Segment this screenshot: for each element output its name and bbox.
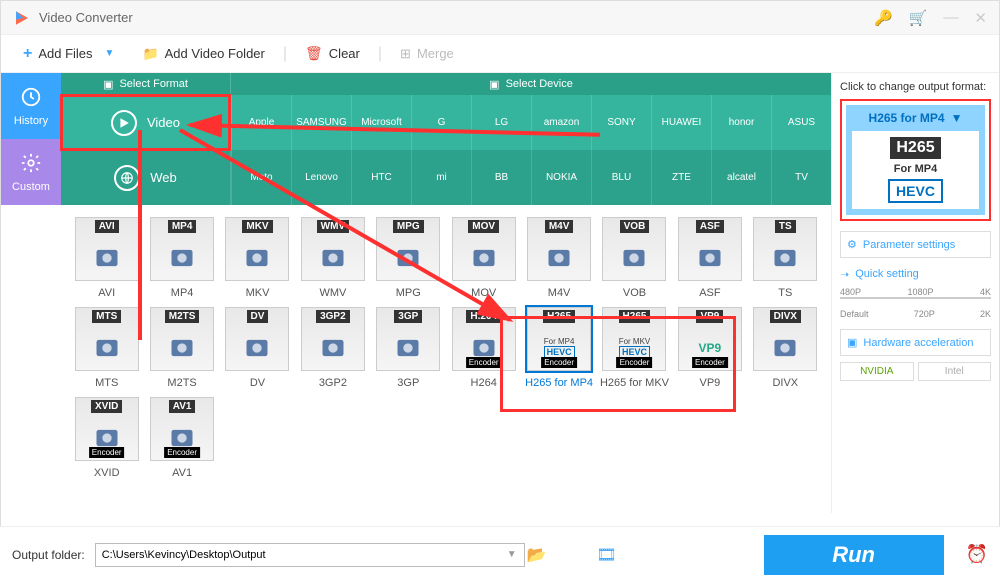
right-panel: Click to change output format: H265 for …	[831, 73, 999, 513]
titlebar: Video Converter 🔑 🛒 — ✕	[1, 1, 999, 35]
format-mts[interactable]: MTSMTS	[71, 307, 142, 389]
merge-button[interactable]: ⊞Merge	[390, 42, 464, 66]
format-h265-for-mkv[interactable]: H265For MKVHEVCEncoderH265 for MKV	[599, 307, 670, 389]
parameter-settings-button[interactable]: ⚙Parameter settings	[840, 231, 991, 258]
format-3gp2[interactable]: 3GP23GP2	[297, 307, 368, 389]
category-web[interactable]: Web	[61, 150, 231, 205]
output-format-label: Click to change output format:	[840, 81, 991, 93]
open-folder-icon[interactable]: 📂	[527, 545, 547, 565]
format-vp9[interactable]: VP9VP9EncoderVP9	[674, 307, 745, 389]
brand-htc[interactable]: HTC	[351, 150, 411, 205]
format-mp4[interactable]: MP4MP4	[146, 217, 217, 299]
format-m2ts[interactable]: M2TSM2TS	[146, 307, 217, 389]
format-wmv[interactable]: WMVWMV	[297, 217, 368, 299]
key-icon[interactable]: 🔑	[874, 9, 893, 27]
add-folder-button[interactable]: 📁Add Video Folder	[132, 42, 274, 66]
output-folder-input[interactable]	[95, 543, 525, 567]
caret-icon[interactable]: ▼	[105, 48, 115, 59]
brand-mi[interactable]: mi	[411, 150, 471, 205]
brand-lg[interactable]: LG	[471, 95, 531, 150]
brand-alcatel[interactable]: alcatel	[711, 150, 771, 205]
quick-setting-label: Quick setting	[855, 268, 919, 281]
brand-nokia[interactable]: NOKIA	[531, 150, 591, 205]
trash-icon: 🗑	[305, 45, 323, 62]
format-header-icon: ▣	[103, 78, 113, 91]
category-video[interactable]: Video	[61, 95, 231, 150]
bolt-icon: ➝	[840, 268, 849, 281]
format-h265-for-mp4[interactable]: H265For MP4HEVCEncoderH265 for MP4	[523, 307, 594, 389]
sliders-icon: ⚙	[847, 238, 857, 251]
format-ts[interactable]: TSTS	[750, 217, 821, 299]
brand-moto[interactable]: Moto	[231, 150, 291, 205]
output-folder-label: Output folder:	[12, 548, 85, 562]
caret-icon: ▼	[951, 111, 963, 125]
add-files-button[interactable]: +Add Files▼	[13, 41, 124, 67]
brand-huawei[interactable]: HUAWEI	[651, 95, 711, 150]
merge-icon: ⊞	[400, 46, 411, 62]
toolbar: +Add Files▼ 📁Add Video Folder | 🗑Clear |…	[1, 35, 999, 73]
format-3gp[interactable]: 3GP3GP	[373, 307, 444, 389]
format-vob[interactable]: VOBVOB	[599, 217, 670, 299]
format-av1[interactable]: AV1EncoderAV1	[146, 397, 217, 479]
brand-zte[interactable]: ZTE	[651, 150, 711, 205]
brand-asus[interactable]: ASUS	[771, 95, 831, 150]
globe-icon	[114, 165, 140, 191]
plus-icon: +	[23, 45, 32, 63]
bottom-bar: Output folder: ▼ 📂 🎞 Run ⏰	[0, 526, 1000, 582]
film-icon[interactable]: 🎞	[597, 545, 617, 565]
format-asf[interactable]: ASFASF	[674, 217, 745, 299]
brand-amazon[interactable]: amazon	[531, 95, 591, 150]
folder-icon: 📁	[142, 46, 158, 62]
brand-g[interactable]: G	[411, 95, 471, 150]
brand-tv[interactable]: TV	[771, 150, 831, 205]
format-avi[interactable]: AVIAVI	[71, 217, 142, 299]
close-icon[interactable]: ✕	[974, 9, 987, 27]
alarm-icon[interactable]: ⏰	[966, 544, 988, 565]
brand-honor[interactable]: honor	[711, 95, 771, 150]
brand-blu[interactable]: BLU	[591, 150, 651, 205]
clear-button[interactable]: 🗑Clear	[295, 41, 370, 66]
format-mov[interactable]: MOVMOV	[448, 217, 519, 299]
output-preview[interactable]: H265 for MP4▼ H265 For MP4 HEVC	[840, 99, 991, 221]
format-mpg[interactable]: MPGMPG	[373, 217, 444, 299]
brand-apple[interactable]: Apple	[231, 95, 291, 150]
format-h264[interactable]: H.264EncoderH264	[448, 307, 519, 389]
brand-sony[interactable]: SONY	[591, 95, 651, 150]
minimize-icon[interactable]: —	[943, 9, 958, 26]
device-header-icon: ▣	[489, 78, 499, 91]
cart-icon[interactable]: 🛒	[909, 9, 928, 27]
brand-microsoft[interactable]: Microsoft	[351, 95, 411, 150]
hardware-accel-button[interactable]: ▣Hardware acceleration	[840, 329, 991, 356]
run-button[interactable]: Run	[764, 535, 944, 575]
intel-chip[interactable]: Intel	[918, 362, 992, 381]
select-header: ▣Select Format ▣Select Device	[61, 73, 831, 95]
format-divx[interactable]: DIVXDIVX	[750, 307, 821, 389]
gear-icon	[20, 152, 42, 177]
format-dv[interactable]: DVDV	[222, 307, 293, 389]
window-title: Video Converter	[39, 10, 874, 25]
format-m4v[interactable]: M4VM4V	[523, 217, 594, 299]
chip-icon: ▣	[847, 336, 857, 349]
dropdown-icon[interactable]: ▼	[507, 549, 517, 560]
brand-lenovo[interactable]: Lenovo	[291, 150, 351, 205]
play-icon	[111, 110, 137, 136]
history-tab[interactable]: History	[1, 73, 61, 139]
format-mkv[interactable]: MKVMKV	[222, 217, 293, 299]
brand-samsung[interactable]: SAMSUNG	[291, 95, 351, 150]
app-logo-icon	[13, 9, 31, 27]
nvidia-chip[interactable]: NVIDIA	[840, 362, 914, 381]
quality-slider[interactable]: 480P1080P4K	[840, 287, 991, 309]
format-xvid[interactable]: XVIDEncoderXVID	[71, 397, 142, 479]
history-icon	[20, 86, 42, 111]
formats-grid: AVIAVIMP4MP4MKVMKVWMVWMVMPGMPGMOVMOVM4VM…	[61, 205, 831, 491]
brand-bb[interactable]: BB	[471, 150, 531, 205]
custom-tab[interactable]: Custom	[1, 139, 61, 205]
left-sidebar: History Custom	[1, 73, 61, 513]
